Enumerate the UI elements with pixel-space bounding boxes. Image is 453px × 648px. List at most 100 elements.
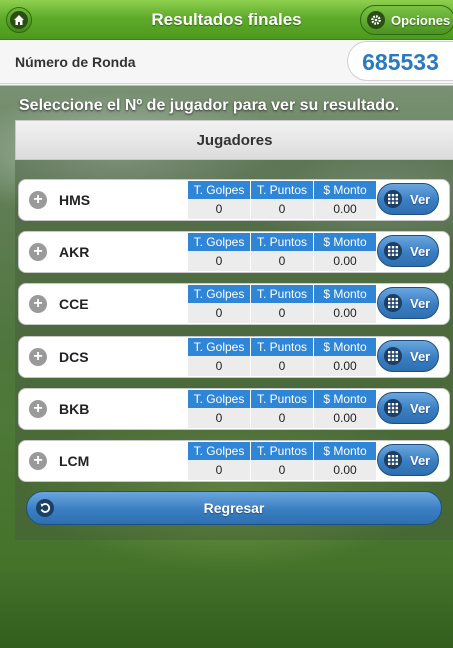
player-name[interactable]: AKR	[59, 232, 89, 272]
view-result-button[interactable]: Ver	[377, 444, 439, 476]
ronda-bar: Número de Ronda 685533	[0, 40, 453, 84]
stat-header-monto: $ Monto	[314, 181, 376, 199]
options-label: Opciones	[391, 12, 451, 28]
player-name[interactable]: DCS	[59, 337, 89, 377]
view-result-button[interactable]: Ver	[377, 392, 439, 424]
grid-icon	[384, 399, 402, 417]
stat-golpes: T. Golpes 0	[188, 285, 250, 323]
stat-header-golpes: T. Golpes	[188, 390, 250, 408]
view-label: Ver	[410, 348, 431, 364]
instructions-text: Seleccione el Nº de jugador para ver su …	[19, 97, 400, 114]
stat-value-puntos: 0	[251, 356, 313, 376]
stat-value-puntos: 0	[251, 408, 313, 428]
player-name[interactable]: LCM	[59, 441, 89, 481]
stat-golpes: T. Golpes 0	[188, 181, 250, 219]
players-panel-header: Jugadores	[15, 120, 453, 160]
stat-header-monto: $ Monto	[314, 285, 376, 303]
stat-value-puntos: 0	[251, 199, 313, 219]
options-button[interactable]: Opciones	[360, 5, 453, 35]
back-arrow-icon	[36, 499, 54, 517]
stat-value-puntos: 0	[251, 251, 313, 271]
player-row[interactable]: + LCM T. Golpes 0 T. Puntos 0 $ Monto 0.00 Ver	[18, 440, 450, 482]
player-row[interactable]: + CCE T. Golpes 0 T. Puntos 0 $ Monto 0.00 Ver	[18, 283, 450, 325]
header-bar: Resultados finales Opciones	[0, 0, 453, 40]
view-result-button[interactable]: Ver	[377, 340, 439, 372]
grid-icon	[384, 190, 402, 208]
player-name[interactable]: CCE	[59, 284, 89, 324]
view-label: Ver	[410, 400, 431, 416]
stat-puntos: T. Puntos 0	[251, 338, 313, 376]
stat-value-golpes: 0	[188, 356, 250, 376]
stat-monto: $ Monto 0.00	[314, 233, 376, 271]
stat-header-puntos: T. Puntos	[251, 181, 313, 199]
stat-header-monto: $ Monto	[314, 442, 376, 460]
plus-icon[interactable]: +	[29, 191, 47, 209]
stat-puntos: T. Puntos 0	[251, 181, 313, 219]
stat-header-golpes: T. Golpes	[188, 338, 250, 356]
stat-value-puntos: 0	[251, 460, 313, 480]
player-name[interactable]: HMS	[59, 180, 90, 220]
plus-icon[interactable]: +	[29, 295, 47, 313]
view-result-button[interactable]: Ver	[377, 183, 439, 215]
stat-value-monto: 0.00	[314, 356, 376, 376]
plus-icon[interactable]: +	[29, 348, 47, 366]
stat-monto: $ Monto 0.00	[314, 181, 376, 219]
stat-header-golpes: T. Golpes	[188, 233, 250, 251]
player-row[interactable]: + DCS T. Golpes 0 T. Puntos 0 $ Monto 0.00 Ver	[18, 336, 450, 378]
stat-puntos: T. Puntos 0	[251, 390, 313, 428]
stat-golpes: T. Golpes 0	[188, 233, 250, 271]
stat-header-puntos: T. Puntos	[251, 233, 313, 251]
ronda-number: 685533	[347, 41, 453, 81]
player-row[interactable]: + BKB T. Golpes 0 T. Puntos 0 $ Monto 0.00 Ver	[18, 388, 450, 430]
stat-value-golpes: 0	[188, 303, 250, 323]
stat-puntos: T. Puntos 0	[251, 233, 313, 271]
stat-header-puntos: T. Puntos	[251, 338, 313, 356]
view-result-button[interactable]: Ver	[377, 235, 439, 267]
stat-header-puntos: T. Puntos	[251, 285, 313, 303]
plus-icon[interactable]: +	[29, 400, 47, 418]
grid-icon	[384, 242, 402, 260]
stat-golpes: T. Golpes 0	[188, 338, 250, 376]
stat-header-monto: $ Monto	[314, 338, 376, 356]
stat-header-golpes: T. Golpes	[188, 285, 250, 303]
view-result-button[interactable]: Ver	[377, 287, 439, 319]
stat-puntos: T. Puntos 0	[251, 285, 313, 323]
view-label: Ver	[410, 191, 431, 207]
back-label: Regresar	[203, 500, 265, 516]
stat-value-monto: 0.00	[314, 199, 376, 219]
player-row[interactable]: + AKR T. Golpes 0 T. Puntos 0 $ Monto 0.00 Ver	[18, 231, 450, 273]
stat-value-golpes: 0	[188, 408, 250, 428]
stat-monto: $ Monto 0.00	[314, 285, 376, 323]
stat-value-puntos: 0	[251, 303, 313, 323]
stat-value-monto: 0.00	[314, 303, 376, 323]
stat-header-monto: $ Monto	[314, 390, 376, 408]
back-button[interactable]: Regresar	[26, 491, 442, 525]
gear-icon	[367, 11, 385, 29]
view-label: Ver	[410, 452, 431, 468]
stat-header-golpes: T. Golpes	[188, 442, 250, 460]
stat-monto: $ Monto 0.00	[314, 442, 376, 480]
view-label: Ver	[410, 243, 431, 259]
plus-icon[interactable]: +	[29, 243, 47, 261]
stat-value-golpes: 0	[188, 199, 250, 219]
stat-value-golpes: 0	[188, 460, 250, 480]
stat-golpes: T. Golpes 0	[188, 442, 250, 480]
plus-icon[interactable]: +	[29, 452, 47, 470]
grid-icon	[384, 451, 402, 469]
player-row[interactable]: + HMS T. Golpes 0 T. Puntos 0 $ Monto 0.00 Ver	[18, 179, 450, 221]
stat-value-monto: 0.00	[314, 408, 376, 428]
player-name[interactable]: BKB	[59, 389, 89, 429]
stat-header-puntos: T. Puntos	[251, 390, 313, 408]
grid-icon	[384, 294, 402, 312]
stat-value-monto: 0.00	[314, 460, 376, 480]
grid-icon	[384, 347, 402, 365]
stat-golpes: T. Golpes 0	[188, 390, 250, 428]
stat-value-golpes: 0	[188, 251, 250, 271]
stat-value-monto: 0.00	[314, 251, 376, 271]
stat-header-golpes: T. Golpes	[188, 181, 250, 199]
stat-header-monto: $ Monto	[314, 233, 376, 251]
stat-puntos: T. Puntos 0	[251, 442, 313, 480]
ronda-label: Número de Ronda	[15, 54, 136, 70]
stat-monto: $ Monto 0.00	[314, 390, 376, 428]
stat-header-puntos: T. Puntos	[251, 442, 313, 460]
